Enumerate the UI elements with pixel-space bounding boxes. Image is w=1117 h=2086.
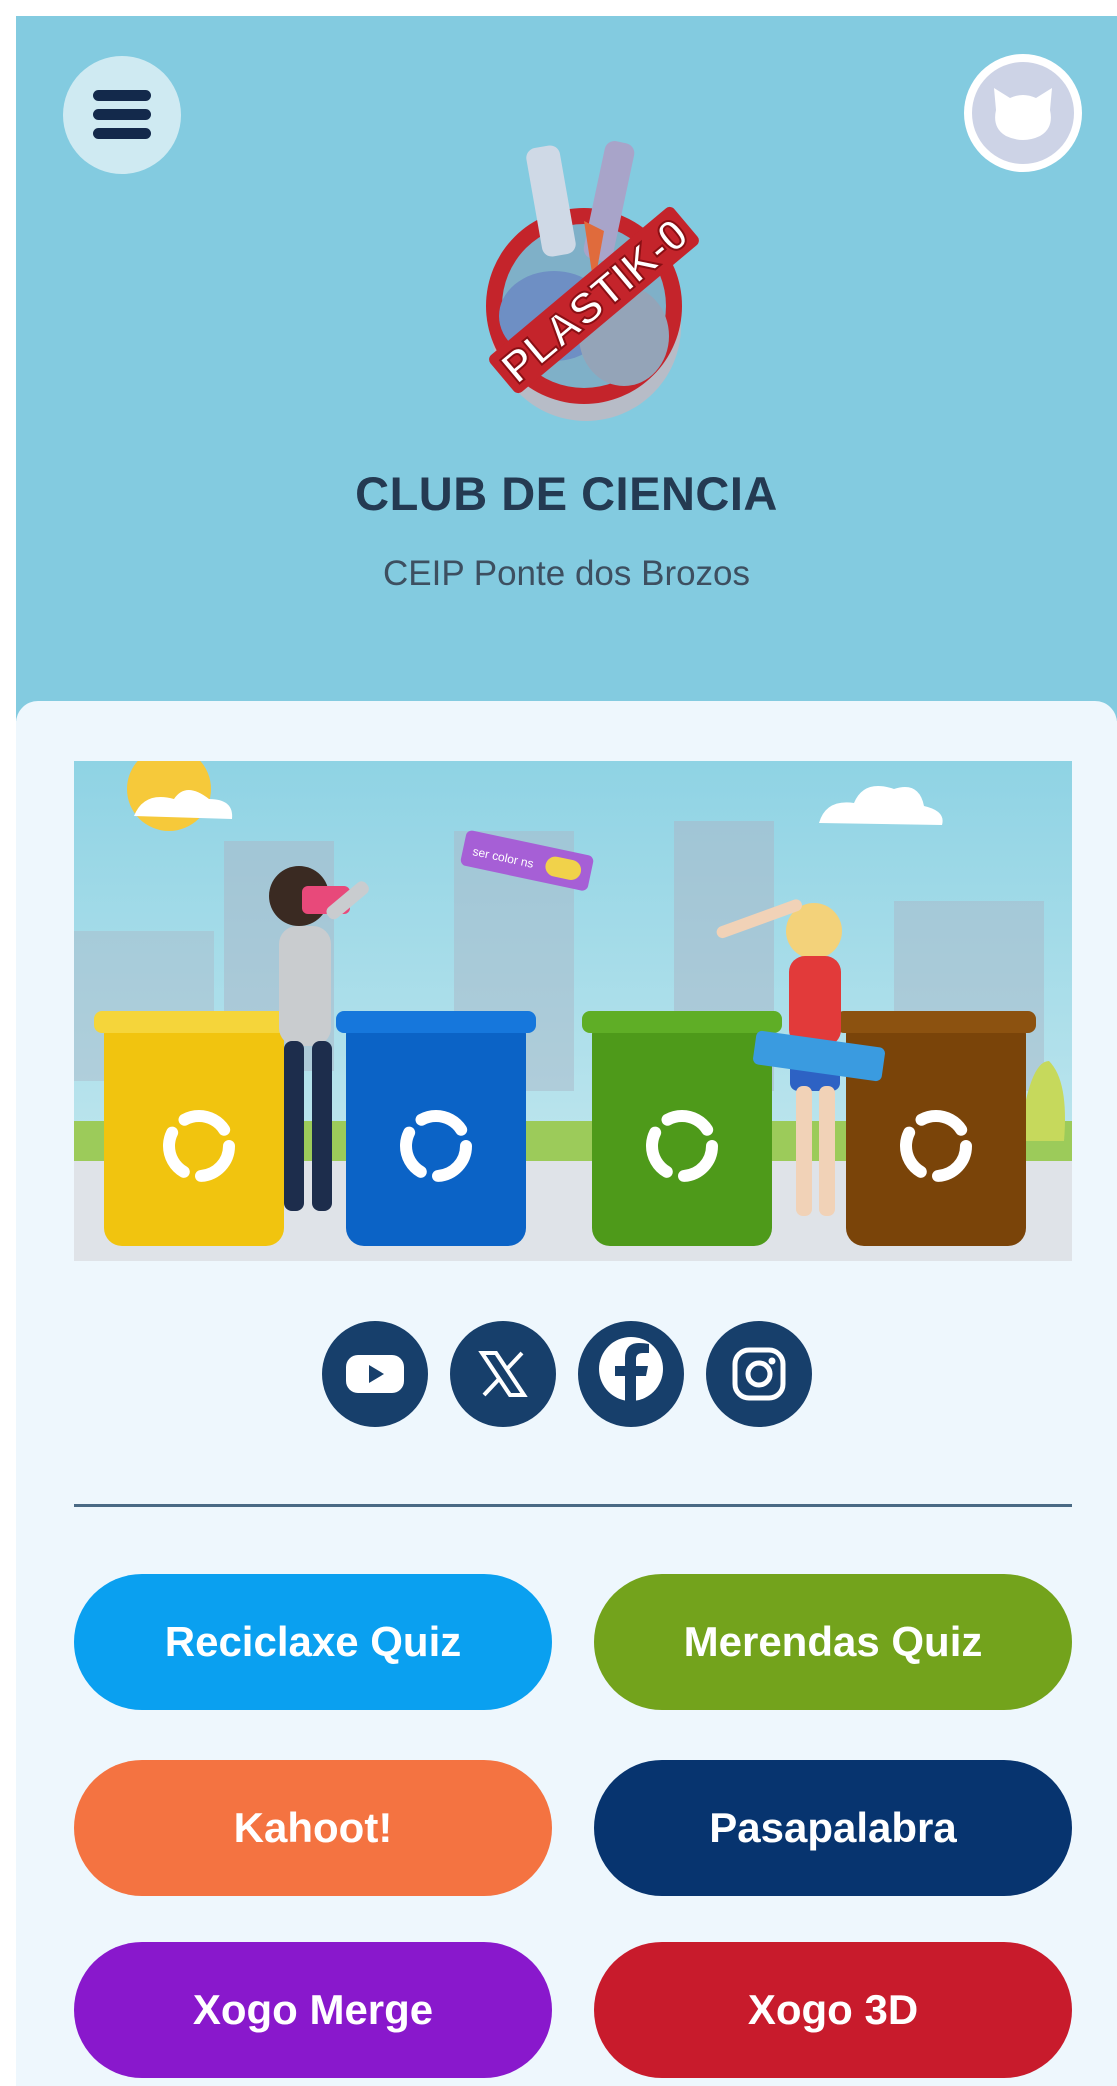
xogo-merge-button[interactable]: Xogo Merge [74, 1942, 552, 2078]
pasapalabra-button[interactable]: Pasapalabra [594, 1760, 1072, 1896]
menu-button[interactable] [63, 56, 181, 174]
app-screen: PLASTIK-0 CLUB DE CIENCIA CEIP Ponte dos… [16, 16, 1117, 2086]
youtube-link[interactable] [321, 1321, 428, 1427]
avatar[interactable] [964, 54, 1082, 172]
kahoot-button[interactable]: Kahoot! [74, 1760, 552, 1896]
page-subtitle: CEIP Ponte dos Brozos [382, 554, 751, 593]
cat-avatar-icon [994, 88, 1052, 140]
social-links [16, 1321, 1117, 1431]
facebook-link[interactable] [577, 1321, 684, 1427]
xogo-3d-button[interactable]: Xogo 3D [594, 1942, 1072, 2078]
youtube-icon [345, 1355, 404, 1393]
page-title: CLUB DE CIENCIA [355, 467, 778, 520]
header: PLASTIK-0 CLUB DE CIENCIA CEIP Ponte dos… [16, 16, 1117, 721]
facebook-icon [598, 1337, 663, 1414]
x-link[interactable] [449, 1321, 556, 1427]
instagram-icon [732, 1347, 785, 1401]
plastik-0-logo: PLASTIK-0 [486, 141, 699, 421]
hero-recycling-illustration: ser color ns [74, 761, 1072, 1261]
divider [74, 1504, 1072, 1507]
merendas-quiz-button[interactable]: Merendas Quiz [594, 1574, 1072, 1710]
instagram-link[interactable] [705, 1321, 812, 1427]
x-icon [477, 1351, 528, 1397]
reciclaxe-quiz-button[interactable]: Reciclaxe Quiz [74, 1574, 552, 1710]
